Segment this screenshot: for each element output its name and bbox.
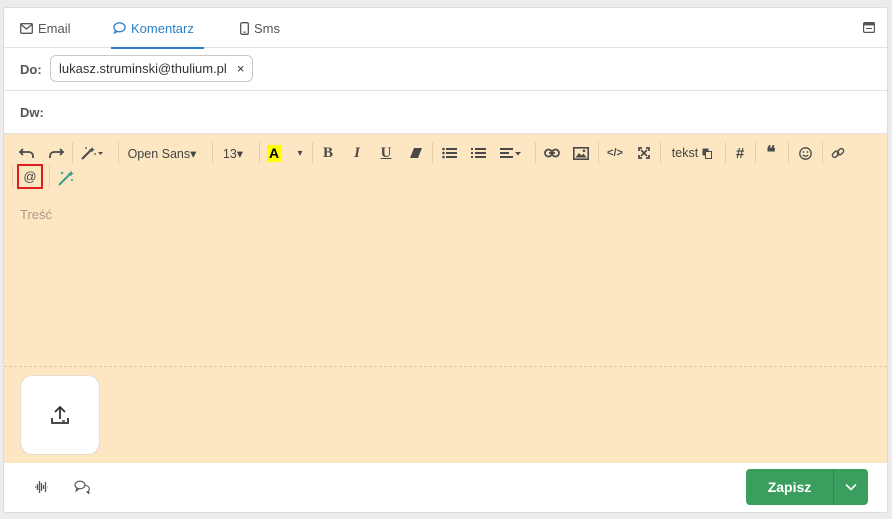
toolbar-separator xyxy=(312,142,313,164)
save-button[interactable]: Zapisz xyxy=(746,469,833,505)
remove-recipient-button[interactable]: × xyxy=(237,61,245,76)
recipient-email: lukasz.struminski@thulium.pl xyxy=(59,61,227,76)
toolbar-separator xyxy=(432,142,433,164)
underline-button[interactable]: U xyxy=(377,142,395,164)
mention-button[interactable]: @ xyxy=(17,164,43,189)
font-size-select[interactable]: 13▾ xyxy=(220,142,246,164)
quote-button[interactable]: ❝ xyxy=(761,142,781,164)
upload-attachment-button[interactable] xyxy=(20,375,100,455)
attachment-divider xyxy=(4,366,887,367)
toolbar-separator xyxy=(118,142,119,164)
tab-sms-label: Sms xyxy=(254,20,280,36)
link-icon[interactable] xyxy=(541,142,563,164)
speech-bubble-icon xyxy=(113,22,126,34)
cc-row: Dw: xyxy=(4,91,887,134)
message-body-placeholder[interactable]: Treść xyxy=(20,207,52,222)
cc-input[interactable] xyxy=(52,99,872,125)
toolbar-separator xyxy=(212,142,213,164)
recipient-chip[interactable]: lukasz.struminski@thulium.pl × xyxy=(50,55,254,82)
toolbar-separator xyxy=(598,142,599,164)
redo-icon[interactable] xyxy=(46,142,66,164)
copy-icon xyxy=(702,148,713,159)
toolbar-separator xyxy=(788,142,789,164)
toolbar-separator xyxy=(259,142,260,164)
envelope-icon xyxy=(20,22,33,34)
tab-email-label: Email xyxy=(38,20,71,36)
toolbar-separator xyxy=(49,166,50,188)
tab-sms[interactable]: Sms xyxy=(240,8,280,48)
save-options-dropdown[interactable] xyxy=(833,469,868,505)
text-color-letter: A xyxy=(266,144,282,162)
to-label: Do: xyxy=(20,62,42,77)
magic-wand-dropdown-icon[interactable] xyxy=(79,142,105,164)
chain-link-icon[interactable] xyxy=(828,142,848,164)
footer-bar: Zapisz xyxy=(4,463,887,512)
toolbar-separator xyxy=(660,142,661,164)
editor-area: Open Sans▾ 13▾ A ▾ B I U </> tekst # ❝ @… xyxy=(4,134,887,463)
phone-icon xyxy=(240,21,249,35)
waveform-icon[interactable] xyxy=(34,480,49,499)
upload-icon xyxy=(51,405,69,424)
template-text-button[interactable]: tekst xyxy=(668,142,716,164)
window-icon[interactable] xyxy=(863,20,876,38)
chat-icon[interactable] xyxy=(74,480,91,499)
channel-tabs: Email Komentarz Sms xyxy=(4,8,887,49)
emoji-icon[interactable] xyxy=(795,142,815,164)
toolbar-separator xyxy=(725,142,726,164)
text-color-dropdown[interactable]: ▾ xyxy=(294,142,306,164)
bullet-list-icon[interactable] xyxy=(439,142,459,164)
undo-icon[interactable] xyxy=(17,142,37,164)
toolbar-separator xyxy=(535,142,536,164)
eraser-icon[interactable] xyxy=(406,142,426,164)
font-family-select[interactable]: Open Sans▾ xyxy=(126,142,198,164)
image-icon[interactable] xyxy=(570,142,592,164)
fullscreen-icon[interactable] xyxy=(634,142,654,164)
tab-comment-label: Komentarz xyxy=(131,20,194,36)
toolbar-separator xyxy=(72,142,73,164)
toolbar-separator xyxy=(12,166,13,188)
to-row: Do: lukasz.struminski@thulium.pl × xyxy=(4,48,887,91)
chevron-down-icon xyxy=(845,483,857,491)
template-text-label: tekst xyxy=(671,146,699,160)
italic-button[interactable]: I xyxy=(348,142,366,164)
comment-panel: Email Komentarz Sms Do: lukasz.struminsk… xyxy=(3,7,888,513)
code-view-button[interactable]: </> xyxy=(604,142,626,164)
align-dropdown-icon[interactable] xyxy=(498,142,524,164)
bold-button[interactable]: B xyxy=(319,142,337,164)
toolbar-separator xyxy=(755,142,756,164)
numbered-list-icon[interactable] xyxy=(468,142,488,164)
ai-wand-icon[interactable] xyxy=(55,167,77,189)
text-color-button[interactable]: A xyxy=(266,142,282,164)
tab-email[interactable]: Email xyxy=(20,8,71,48)
cc-label: Dw: xyxy=(20,105,44,120)
toolbar-separator xyxy=(822,142,823,164)
editor-toolbar: Open Sans▾ 13▾ A ▾ B I U </> tekst # ❝ @ xyxy=(4,134,887,200)
tab-comment[interactable]: Komentarz xyxy=(111,8,204,49)
hashtag-button[interactable]: # xyxy=(731,142,749,164)
